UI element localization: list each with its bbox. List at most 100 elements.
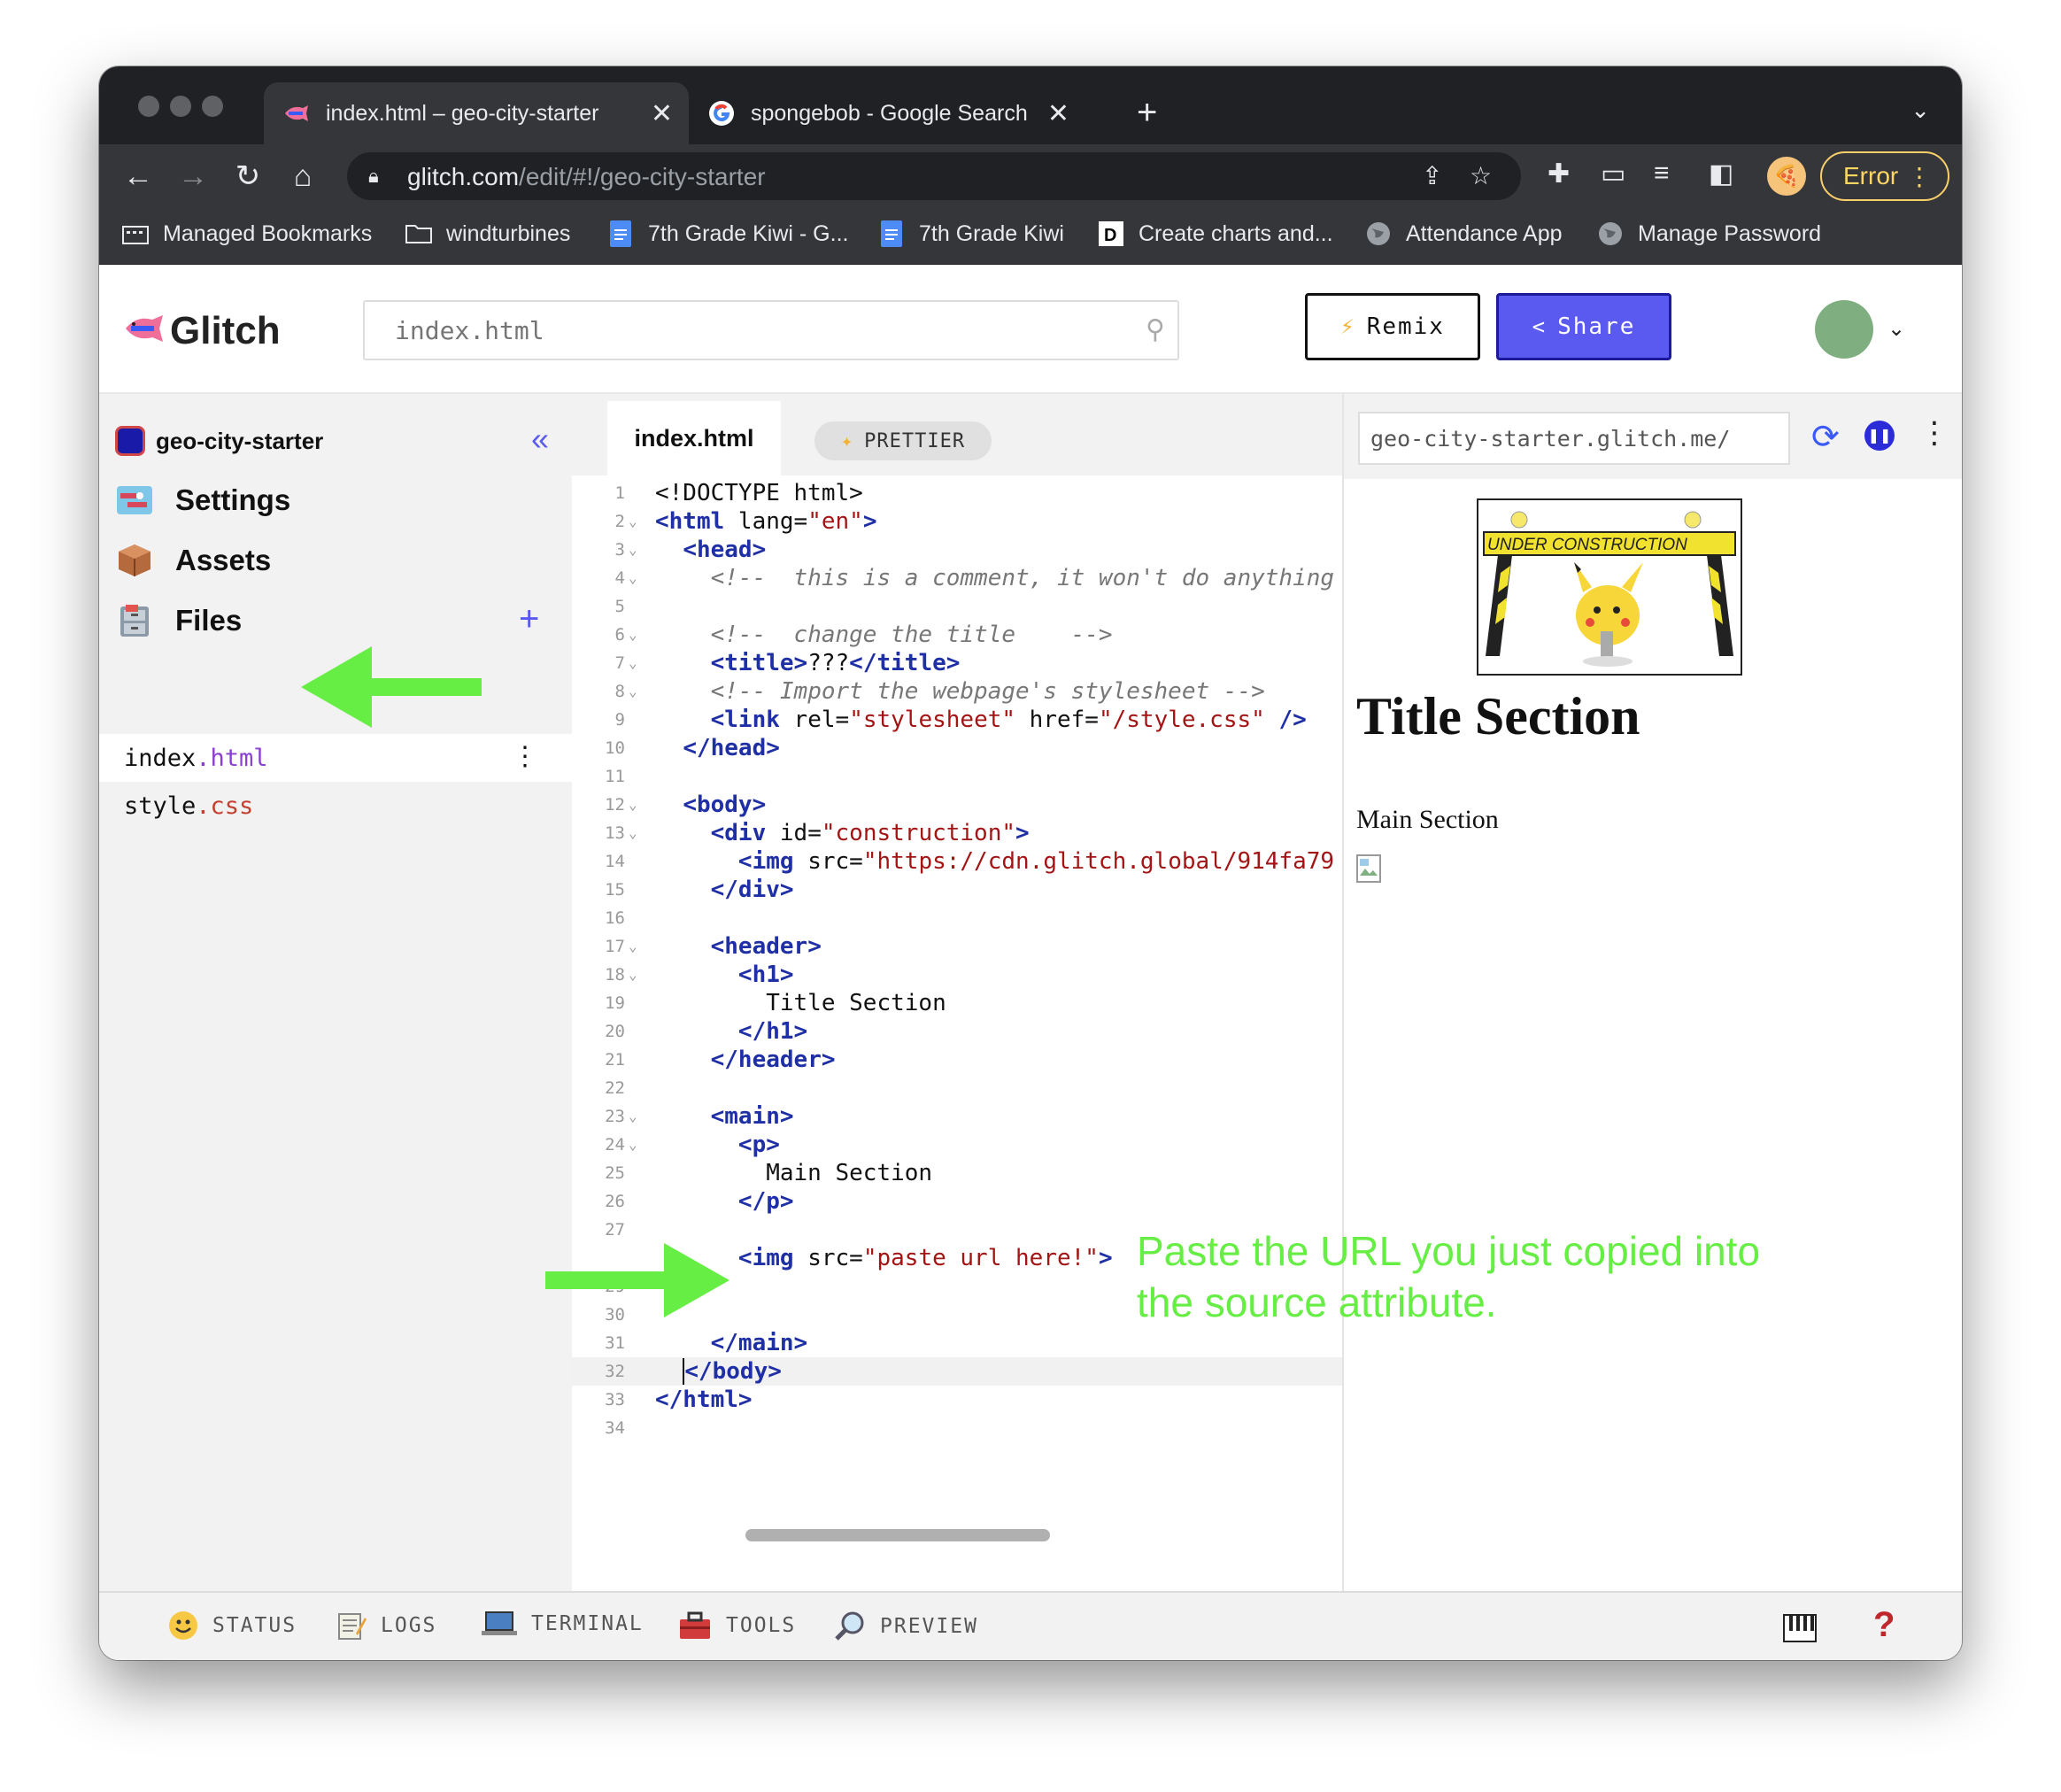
- code-line[interactable]: 34: [572, 1414, 1342, 1442]
- zoom-window-dot[interactable]: [202, 96, 223, 117]
- fold-chevron-icon[interactable]: ⌄: [629, 507, 637, 536]
- code-line[interactable]: 2 ⌄ <html lang="en">: [572, 507, 1342, 536]
- bookmark-kiwi[interactable]: 7th Grade Kiwi: [878, 220, 1064, 247]
- more-vert-icon[interactable]: ⋮: [1907, 162, 1932, 191]
- refresh-preview-icon[interactable]: ⟳: [1811, 417, 1840, 457]
- bookmark-windturbines[interactable]: windturbines: [405, 220, 570, 247]
- status-button[interactable]: STATUS: [168, 1610, 297, 1641]
- fold-chevron-icon[interactable]: ⌄: [629, 961, 637, 989]
- code-line[interactable]: 4 ⌄ <!-- this is a comment, it won't do a…: [572, 564, 1342, 592]
- extensions-puzzle-icon[interactable]: ✚: [1548, 158, 1570, 189]
- code-line[interactable]: 14 <img src="https://cdn.glitch.global/9…: [572, 847, 1342, 876]
- tab-search-chevron-icon[interactable]: ⌄: [1910, 97, 1930, 124]
- close-tab-icon[interactable]: ✕: [1047, 98, 1069, 129]
- fold-chevron-icon[interactable]: ⌄: [629, 1131, 637, 1159]
- more-vert-icon[interactable]: ⋮: [1919, 415, 1949, 451]
- code-line[interactable]: 6 ⌄ <!-- change the title -->: [572, 621, 1342, 649]
- code-line[interactable]: 17 ⌄ <header>: [572, 932, 1342, 961]
- file-item-style-css[interactable]: style .css: [99, 782, 572, 830]
- bookmark-star-icon[interactable]: ☆: [1470, 161, 1492, 190]
- code-line[interactable]: 26 </p>: [572, 1187, 1342, 1216]
- code-line[interactable]: 16: [572, 904, 1342, 932]
- forward-arrow-icon[interactable]: →: [174, 157, 212, 196]
- file-search[interactable]: ⚲: [363, 300, 1179, 360]
- code-line[interactable]: 20 </h1>: [572, 1017, 1342, 1046]
- minimize-window-dot[interactable]: [170, 96, 191, 117]
- address-bar[interactable]: 🔒︎ glitch.com/edit/#!/geo-city-starter ⇪…: [347, 152, 1521, 200]
- media-queue-icon[interactable]: ≡: [1654, 158, 1670, 189]
- piano-keyboard-icon[interactable]: [1783, 1614, 1817, 1647]
- bookmark-kiwi-g[interactable]: 7th Grade Kiwi - G...: [607, 220, 848, 247]
- share-button[interactable]: < Share: [1496, 293, 1671, 360]
- code-line[interactable]: 1 <!DOCTYPE html>: [572, 479, 1342, 507]
- fold-chevron-icon[interactable]: ⌄: [629, 536, 637, 564]
- terminal-button[interactable]: TERMINAL: [482, 1610, 644, 1637]
- bookmark-managed[interactable]: Managed Bookmarks: [122, 220, 372, 247]
- code-line[interactable]: 31 </main>: [572, 1329, 1342, 1357]
- fold-chevron-icon[interactable]: ⌄: [629, 819, 637, 847]
- lock-icon[interactable]: 🔒︎: [368, 165, 379, 188]
- tools-button[interactable]: TOOLS: [678, 1610, 796, 1641]
- code-line[interactable]: 12 ⌄ <body>: [572, 791, 1342, 819]
- tab-index-html[interactable]: index.html: [607, 401, 781, 475]
- code-line[interactable]: 13 ⌄ <div id="construction">: [572, 819, 1342, 847]
- file-options-icon[interactable]: ⋮: [512, 741, 538, 772]
- side-panel-icon[interactable]: ◧: [1709, 158, 1733, 189]
- reload-icon[interactable]: ↻: [228, 157, 267, 196]
- add-file-icon[interactable]: +: [519, 599, 539, 639]
- logs-button[interactable]: LOGS: [336, 1610, 436, 1641]
- code-line[interactable]: 33 </html>: [572, 1386, 1342, 1414]
- file-search-input[interactable]: [365, 302, 1177, 359]
- fold-chevron-icon[interactable]: ⌄: [629, 649, 637, 677]
- profile-error-button[interactable]: Error ⋮: [1820, 151, 1949, 201]
- code-line[interactable]: 19 Title Section: [572, 989, 1342, 1017]
- tab-google-search[interactable]: spongebob - Google Search ✕: [689, 82, 1085, 144]
- bookmark-create-charts[interactable]: D Create charts and...: [1098, 220, 1333, 247]
- back-arrow-icon[interactable]: ←: [119, 157, 158, 196]
- cast-icon[interactable]: ▭: [1601, 158, 1625, 189]
- sidebar-item-assets[interactable]: Assets: [115, 541, 271, 580]
- project-name[interactable]: geo-city-starter: [115, 426, 323, 456]
- file-item-index-html[interactable]: index .html ⋮: [99, 734, 572, 782]
- code-line[interactable]: 23 ⌄ <main>: [572, 1102, 1342, 1131]
- bookmark-attendance[interactable]: Attendance App: [1365, 220, 1563, 247]
- code-line[interactable]: 9 <link rel="stylesheet" href="/style.cs…: [572, 706, 1342, 734]
- close-tab-icon[interactable]: ✕: [651, 98, 673, 129]
- remix-button[interactable]: ⚡︎ Remix: [1305, 293, 1480, 360]
- fold-chevron-icon[interactable]: ⌄: [629, 932, 637, 961]
- preview-url-field[interactable]: geo-city-starter.glitch.me/: [1358, 412, 1790, 465]
- help-question-icon[interactable]: ?: [1873, 1605, 1895, 1645]
- profile-pizza-icon[interactable]: 🍕: [1767, 157, 1806, 196]
- code-line[interactable]: 7 ⌄ <title>???</title>: [572, 649, 1342, 677]
- bookmark-manage-password[interactable]: Manage Password: [1597, 220, 1821, 247]
- home-icon[interactable]: ⌂: [283, 157, 322, 196]
- fold-chevron-icon[interactable]: ⌄: [629, 1102, 637, 1131]
- code-line[interactable]: 32 </body>: [572, 1357, 1342, 1386]
- fold-chevron-icon[interactable]: ⌄: [629, 791, 637, 819]
- code-line[interactable]: 22: [572, 1074, 1342, 1102]
- collapse-sidebar-icon[interactable]: «: [531, 421, 549, 458]
- pause-icon[interactable]: ❚❚: [1864, 421, 1895, 451]
- sidebar-item-files[interactable]: Files: [115, 601, 242, 640]
- code-line[interactable]: 3 ⌄ <head>: [572, 536, 1342, 564]
- new-tab-icon[interactable]: +: [1137, 95, 1157, 130]
- code-line[interactable]: 15 </div>: [572, 876, 1342, 904]
- preview-button[interactable]: PREVIEW: [834, 1610, 978, 1642]
- share-page-icon[interactable]: ⇪: [1422, 161, 1442, 190]
- code-line[interactable]: 18 ⌄ <h1>: [572, 961, 1342, 989]
- code-line[interactable]: 10 </head>: [572, 734, 1342, 762]
- prettier-button[interactable]: ✦ PRETTIER: [814, 421, 992, 460]
- close-window-dot[interactable]: [138, 96, 159, 117]
- glitch-logo[interactable]: Glitch: [124, 309, 281, 353]
- fold-chevron-icon[interactable]: ⌄: [629, 564, 637, 592]
- code-line[interactable]: 8 ⌄ <!-- Import the webpage's stylesheet …: [572, 677, 1342, 706]
- code-line[interactable]: 24 ⌄ <p>: [572, 1131, 1342, 1159]
- code-line[interactable]: 11: [572, 762, 1342, 791]
- sidebar-item-settings[interactable]: Settings: [115, 481, 290, 520]
- horizontal-scrollbar[interactable]: [745, 1529, 1050, 1541]
- code-line[interactable]: 25 Main Section: [572, 1159, 1342, 1187]
- fold-chevron-icon[interactable]: ⌄: [629, 677, 637, 706]
- code-line[interactable]: 5: [572, 592, 1342, 621]
- fold-chevron-icon[interactable]: ⌄: [629, 621, 637, 649]
- chevron-down-icon[interactable]: ⌄: [1887, 316, 1905, 342]
